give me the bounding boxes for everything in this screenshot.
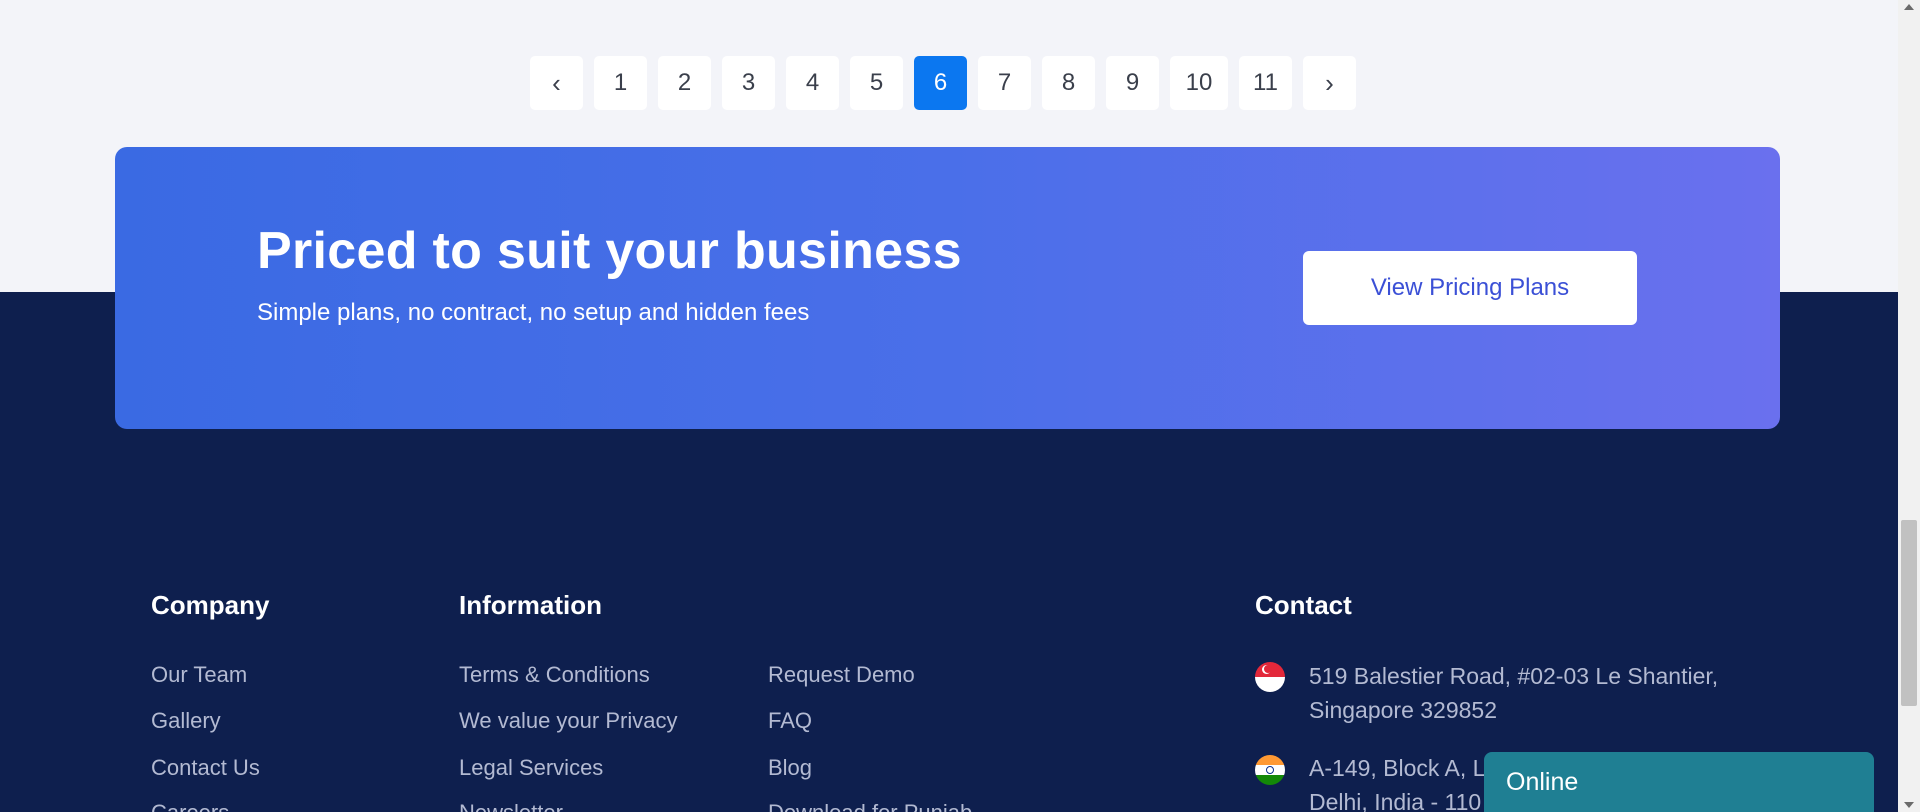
next-page-button[interactable]: › bbox=[1303, 56, 1356, 110]
page-10-button[interactable]: 10 bbox=[1170, 56, 1228, 110]
footer-link-gallery[interactable]: Gallery bbox=[151, 708, 221, 734]
pagination: ‹ 1 2 3 4 5 6 7 8 9 10 11 › bbox=[530, 56, 1356, 110]
page-11-button[interactable]: 11 bbox=[1239, 56, 1292, 110]
footer-link-download[interactable]: Download for Punjab bbox=[768, 800, 972, 812]
online-chat-widget[interactable]: Online bbox=[1484, 752, 1874, 812]
footer-link-terms[interactable]: Terms & Conditions bbox=[459, 662, 650, 688]
view-pricing-plans-button[interactable]: View Pricing Plans bbox=[1303, 251, 1637, 325]
page-8-button[interactable]: 8 bbox=[1042, 56, 1095, 110]
cta-title: Priced to suit your business bbox=[257, 222, 962, 280]
footer-link-request-demo[interactable]: Request Demo bbox=[768, 662, 915, 688]
address-singapore-line1: 519 Balestier Road, #02-03 Le Shantier, bbox=[1309, 663, 1719, 689]
chat-status-label: Online bbox=[1506, 768, 1579, 796]
footer-link-blog[interactable]: Blog bbox=[768, 755, 812, 781]
page-1-button[interactable]: 1 bbox=[594, 56, 647, 110]
address-india: A-149, Block A, L Delhi, India - 110 bbox=[1309, 751, 1485, 812]
contact-heading: Contact bbox=[1255, 590, 1352, 620]
prev-page-button[interactable]: ‹ bbox=[530, 56, 583, 110]
cta-subtitle: Simple plans, no contract, no setup and … bbox=[257, 299, 810, 326]
pricing-cta-banner: Priced to suit your business Simple plan… bbox=[115, 147, 1780, 429]
footer-link-newsletter[interactable]: Newsletter bbox=[459, 800, 563, 812]
footer-link-our-team[interactable]: Our Team bbox=[151, 662, 247, 688]
india-flag-icon bbox=[1255, 755, 1285, 785]
scrollbar-thumb[interactable] bbox=[1901, 520, 1917, 706]
company-heading: Company bbox=[151, 590, 270, 620]
footer-link-careers[interactable]: Careers bbox=[151, 800, 229, 812]
page-2-button[interactable]: 2 bbox=[658, 56, 711, 110]
singapore-flag-icon bbox=[1255, 662, 1285, 692]
address-india-line2: Delhi, India - 110 bbox=[1309, 789, 1482, 812]
footer-link-privacy[interactable]: We value your Privacy bbox=[459, 708, 677, 734]
page-scrollbar[interactable] bbox=[1898, 0, 1920, 812]
scroll-up-arrow-icon[interactable] bbox=[1904, 4, 1914, 10]
information-heading: Information bbox=[459, 590, 602, 620]
page-9-button[interactable]: 9 bbox=[1106, 56, 1159, 110]
address-india-line1: A-149, Block A, L bbox=[1309, 755, 1486, 781]
page-3-button[interactable]: 3 bbox=[722, 56, 775, 110]
footer-link-faq[interactable]: FAQ bbox=[768, 708, 812, 734]
address-singapore: 519 Balestier Road, #02-03 Le Shantier, … bbox=[1309, 659, 1718, 727]
page-7-button[interactable]: 7 bbox=[978, 56, 1031, 110]
scroll-down-arrow-icon[interactable] bbox=[1904, 802, 1914, 808]
page-4-button[interactable]: 4 bbox=[786, 56, 839, 110]
page-5-button[interactable]: 5 bbox=[850, 56, 903, 110]
footer-link-legal-services[interactable]: Legal Services bbox=[459, 755, 603, 781]
footer-link-contact-us[interactable]: Contact Us bbox=[151, 755, 260, 781]
page-6-button-active[interactable]: 6 bbox=[914, 56, 967, 110]
address-singapore-line2: Singapore 329852 bbox=[1309, 697, 1497, 723]
